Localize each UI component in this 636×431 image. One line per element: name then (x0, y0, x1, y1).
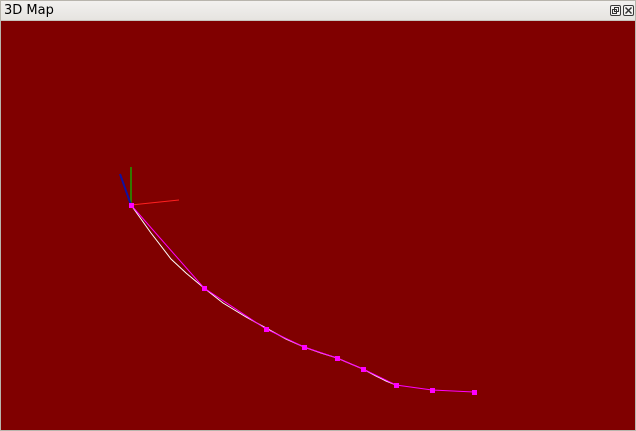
trajectory-line (130, 204, 475, 393)
close-icon (625, 7, 632, 14)
window-title: 3D Map (4, 3, 54, 18)
title-bar[interactable]: 3D Map (1, 1, 635, 21)
x-axis (130, 199, 180, 206)
z-axis (119, 173, 132, 206)
keyframe-marker[interactable] (129, 203, 134, 208)
float-button[interactable] (610, 5, 621, 16)
keyframe-marker[interactable] (202, 286, 207, 291)
3d-map-viewport[interactable] (1, 21, 635, 430)
map-window: 3D Map (0, 0, 636, 431)
keyframe-marker[interactable] (335, 356, 340, 361)
map-scene[interactable] (1, 21, 635, 430)
estimated-path (130, 204, 397, 386)
keyframe-marker[interactable] (302, 345, 307, 350)
keyframe-marker[interactable] (472, 390, 477, 395)
keyframe-markers (129, 203, 477, 395)
keyframe-marker[interactable] (430, 388, 435, 393)
close-button[interactable] (623, 5, 634, 16)
keyframe-marker[interactable] (394, 383, 399, 388)
keyframe-marker[interactable] (361, 367, 366, 372)
float-icon (612, 7, 619, 14)
keyframe-marker[interactable] (264, 327, 269, 332)
